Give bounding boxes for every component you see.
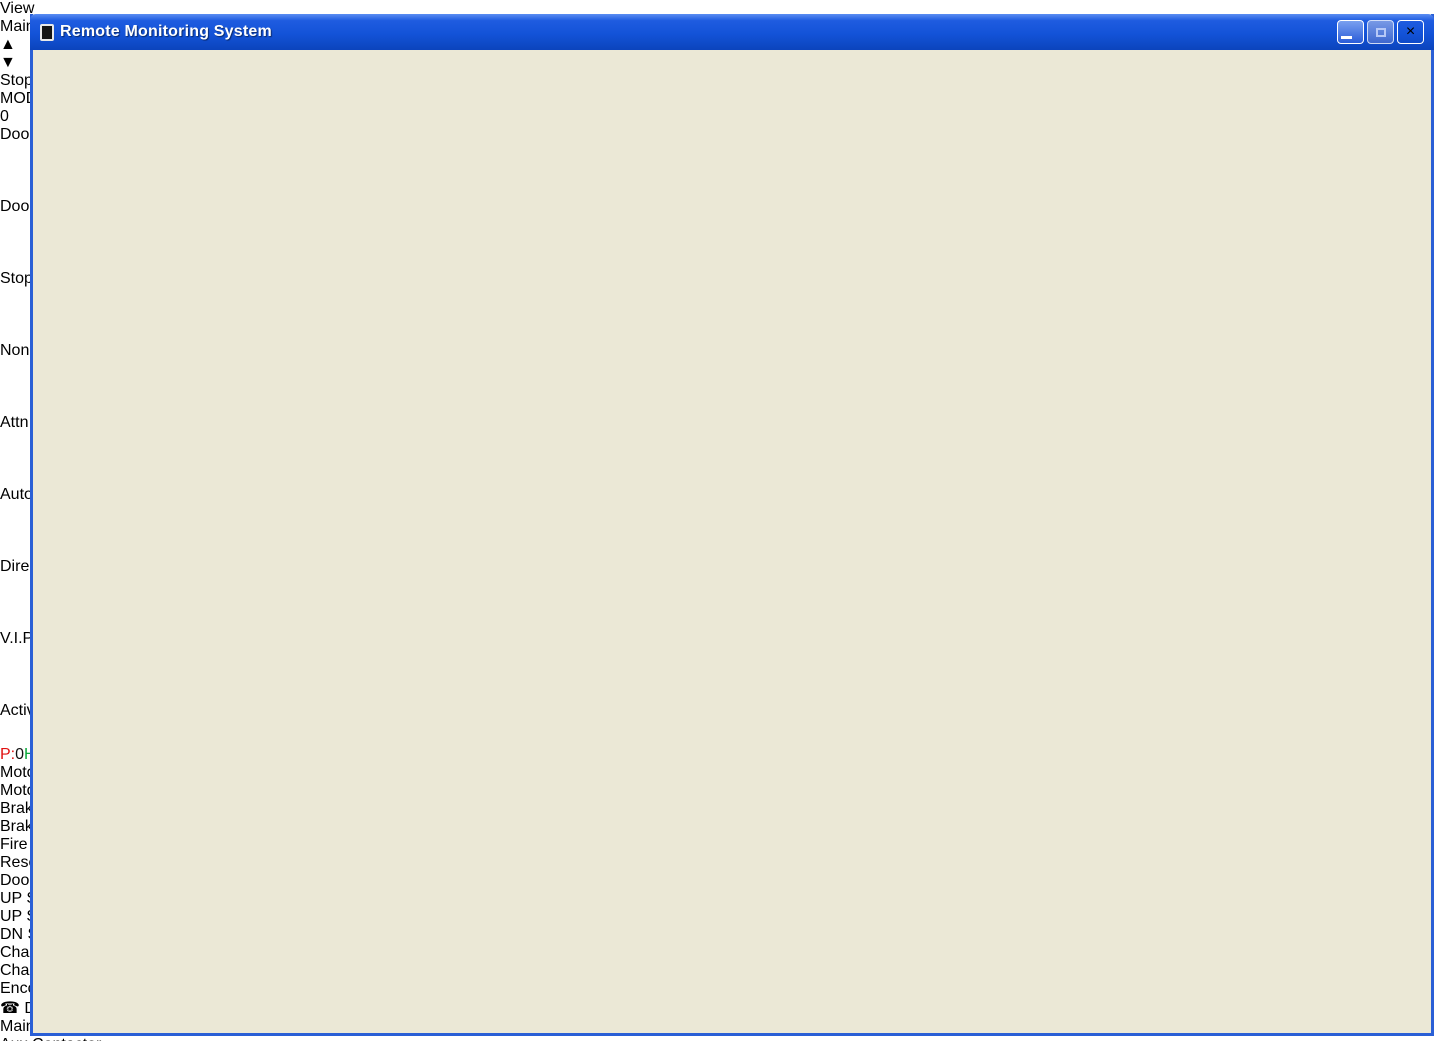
titlebar[interactable]: Remote Monitoring System × (30, 14, 1434, 50)
triangle-up-icon: ▲ (0, 36, 16, 53)
phone-icon: ☎ (0, 1000, 20, 1017)
minimize-icon (1341, 36, 1352, 39)
restore-button[interactable] (1367, 20, 1394, 44)
window-title: Remote Monitoring System (60, 23, 272, 41)
close-icon: × (1406, 23, 1415, 41)
app-icon (40, 24, 54, 41)
counter-label-p: P: (0, 746, 15, 763)
restore-icon (1376, 28, 1386, 37)
minimize-button[interactable] (1337, 20, 1364, 44)
application-window (30, 14, 1434, 1036)
aux-contactor-label: Aux Contactor (0, 1036, 1446, 1041)
close-button[interactable]: × (1397, 20, 1424, 44)
counter-value-p: 0 (15, 746, 24, 763)
triangle-down-icon: ▼ (0, 54, 16, 71)
desktop: Remote Monitoring System × View Maintena… (0, 0, 1446, 1041)
